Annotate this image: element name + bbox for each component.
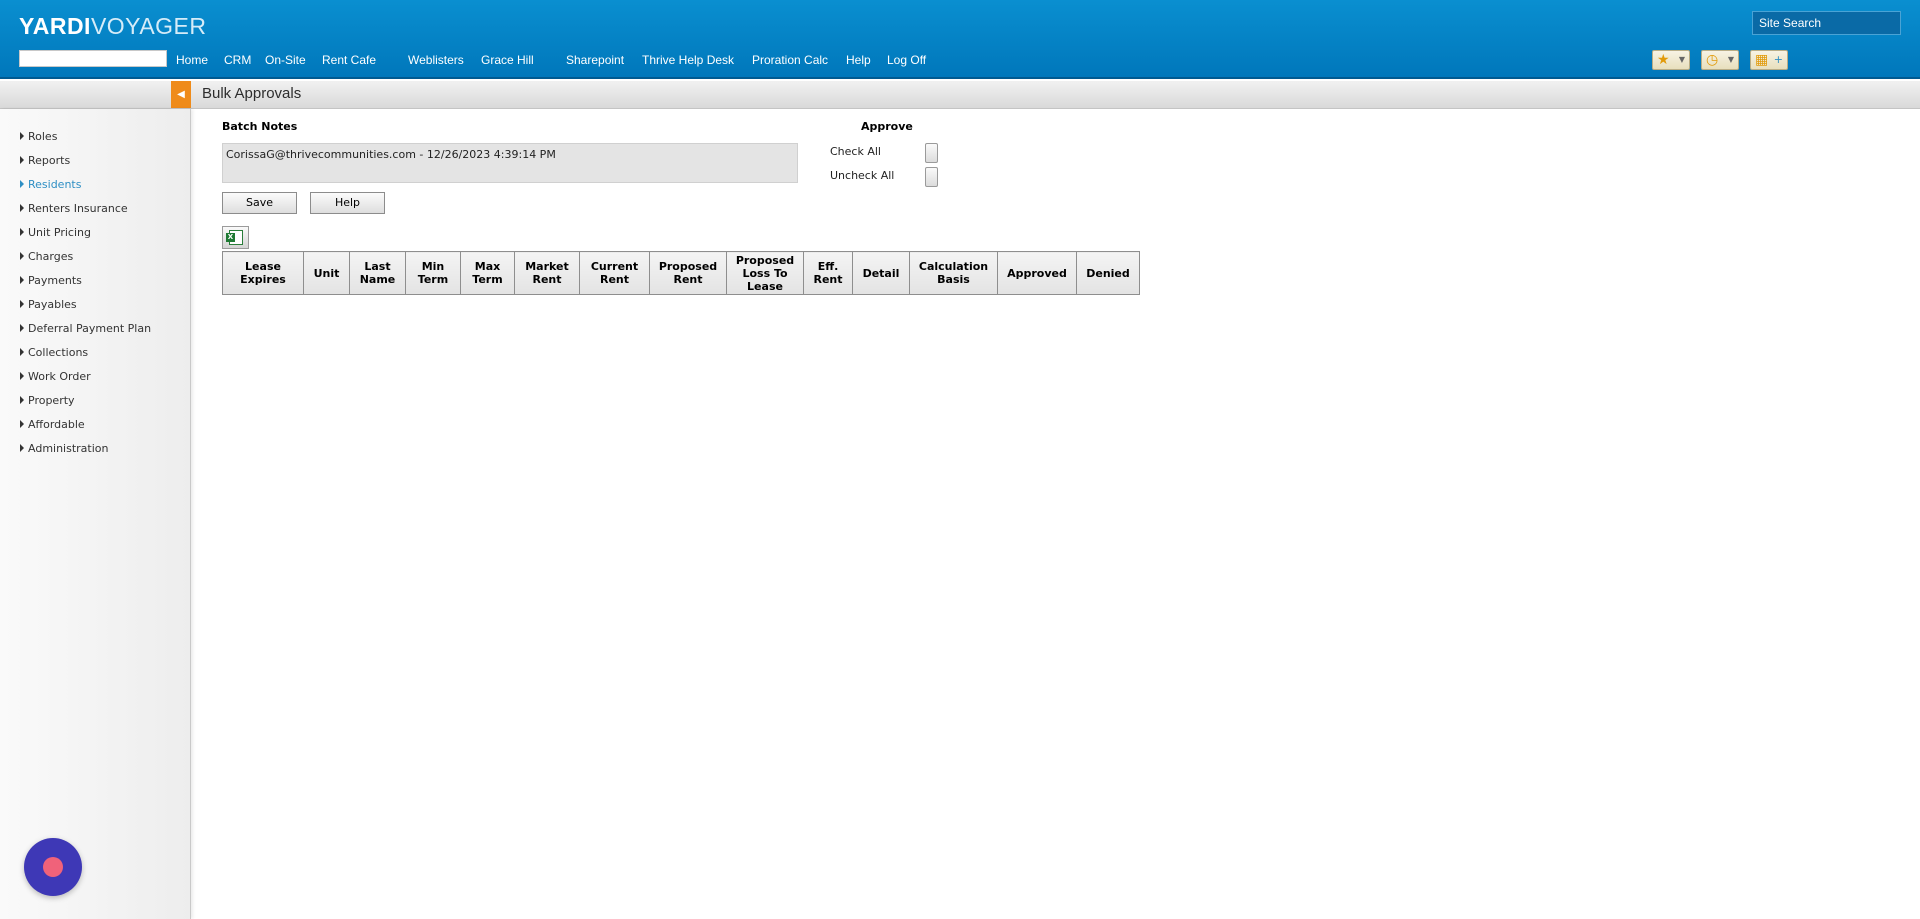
help-button[interactable]: Help (310, 192, 385, 214)
column-header-market-rent[interactable]: Market Rent (514, 251, 580, 295)
chat-icon (43, 857, 63, 877)
nav-weblisters[interactable]: Weblisters (408, 53, 464, 67)
save-button[interactable]: Save (222, 192, 297, 214)
caret-right-icon (20, 156, 24, 164)
caret-right-icon (20, 204, 24, 212)
column-header-detail[interactable]: Detail (852, 251, 910, 295)
star-icon: ★ (1657, 52, 1670, 68)
caret-right-icon (20, 300, 24, 308)
column-header-lease-expires[interactable]: Lease Expires (222, 251, 304, 295)
clock-icon: ◷ (1706, 52, 1719, 68)
nav-sharepoint[interactable]: Sharepoint (566, 53, 624, 67)
caret-right-icon (20, 348, 24, 356)
batch-notes-label: Batch Notes (222, 120, 298, 133)
column-header-denied[interactable]: Denied (1076, 251, 1140, 295)
nav-grace-hill[interactable]: Grace Hill (481, 53, 534, 67)
column-header-proposed-rent[interactable]: Proposed Rent (649, 251, 727, 295)
column-header-calculation-basis[interactable]: Calculation Basis (909, 251, 998, 295)
nav-home[interactable]: Home (176, 53, 208, 67)
column-header-last-name[interactable]: Last Name (349, 251, 406, 295)
batch-notes-field[interactable]: CorissaG@thrivecommunities.com - 12/26/2… (222, 143, 798, 183)
chevron-down-icon: ▼ (1727, 55, 1734, 64)
sidebar-item-charges[interactable]: Charges (20, 250, 73, 263)
column-header-current-rent[interactable]: Current Rent (579, 251, 650, 295)
nav-crm[interactable]: CRM (224, 53, 251, 67)
column-header-proposed-loss-to-lease[interactable]: Proposed Loss To Lease (726, 251, 804, 295)
chat-widget-button[interactable] (24, 838, 82, 896)
favorites-button[interactable]: ★ ▼ (1652, 50, 1690, 70)
caret-right-icon (20, 180, 24, 188)
export-excel-button[interactable]: X (222, 226, 249, 249)
nav-proration-calc[interactable]: Proration Calc (752, 53, 828, 67)
caret-right-icon (20, 132, 24, 140)
dashboard-icon: ▦ (1755, 52, 1769, 68)
recent-history-button[interactable]: ◷ ▼ (1701, 50, 1739, 70)
sidebar-item-unit-pricing[interactable]: Unit Pricing (20, 226, 91, 239)
caret-right-icon (20, 396, 24, 404)
sidebar-item-payables[interactable]: Payables (20, 298, 77, 311)
sidebar-item-roles[interactable]: Roles (20, 130, 57, 143)
sidebar-item-administration[interactable]: Administration (20, 442, 109, 455)
check-all-button[interactable] (925, 143, 938, 163)
caret-right-icon (20, 372, 24, 380)
column-header-eff-rent[interactable]: Eff. Rent (803, 251, 853, 295)
sidebar-item-collections[interactable]: Collections (20, 346, 88, 359)
nav-thrive-help-desk[interactable]: Thrive Help Desk (642, 53, 734, 67)
nav-on-site[interactable]: On-Site (265, 53, 306, 67)
sidebar-item-payments[interactable]: Payments (20, 274, 82, 287)
page-title: Bulk Approvals (202, 85, 302, 102)
dashboard-button[interactable]: ▦ + (1750, 50, 1788, 70)
caret-right-icon (20, 420, 24, 428)
bulk-approvals-grid: Lease Expires Unit Last Name Min Term Max Te… (222, 251, 1140, 295)
approve-label: Approve (861, 120, 913, 133)
top-header: YARDIVOYAGER Site Search Home CRM On-Sit… (0, 0, 1920, 79)
uncheck-all-label: Uncheck All (830, 169, 895, 182)
sidebar-item-reports[interactable]: Reports (20, 154, 70, 167)
page-title-bar: ◀ Bulk Approvals (0, 81, 1920, 109)
sidebar-item-affordable[interactable]: Affordable (20, 418, 85, 431)
caret-right-icon (20, 228, 24, 236)
caret-right-icon (20, 252, 24, 260)
caret-right-icon (20, 276, 24, 284)
sidebar: Roles Reports Residents Renters Insuranc… (0, 109, 191, 919)
uncheck-all-button[interactable] (925, 167, 938, 187)
check-all-label: Check All (830, 145, 881, 158)
site-search-input[interactable]: Site Search (1752, 11, 1901, 35)
caret-right-icon (20, 444, 24, 452)
nav-log-off[interactable]: Log Off (887, 53, 926, 67)
sidebar-item-work-order[interactable]: Work Order (20, 370, 91, 383)
column-header-min-term[interactable]: Min Term (405, 251, 461, 295)
caret-right-icon (20, 324, 24, 332)
column-header-unit[interactable]: Unit (303, 251, 350, 295)
sidebar-item-renters-insurance[interactable]: Renters Insurance (20, 202, 128, 215)
property-selector-input[interactable] (19, 50, 167, 67)
nav-help[interactable]: Help (846, 53, 871, 67)
grid-header-row: Lease Expires Unit Last Name Min Term Max Te… (222, 251, 1140, 295)
column-header-max-term[interactable]: Max Term (460, 251, 515, 295)
sidebar-item-deferral-payment-plan[interactable]: Deferral Payment Plan (20, 322, 151, 335)
sidebar-item-residents[interactable]: Residents (20, 178, 81, 191)
column-header-approved[interactable]: Approved (997, 251, 1077, 295)
sidebar-item-property[interactable]: Property (20, 394, 75, 407)
nav-rent-cafe[interactable]: Rent Cafe (322, 53, 376, 67)
add-icon: + (1773, 53, 1783, 66)
yardi-voyager-logo[interactable]: YARDIVOYAGER (19, 13, 207, 40)
chevron-down-icon: ▼ (1678, 55, 1685, 64)
collapse-sidebar-button[interactable]: ◀ (171, 81, 191, 108)
